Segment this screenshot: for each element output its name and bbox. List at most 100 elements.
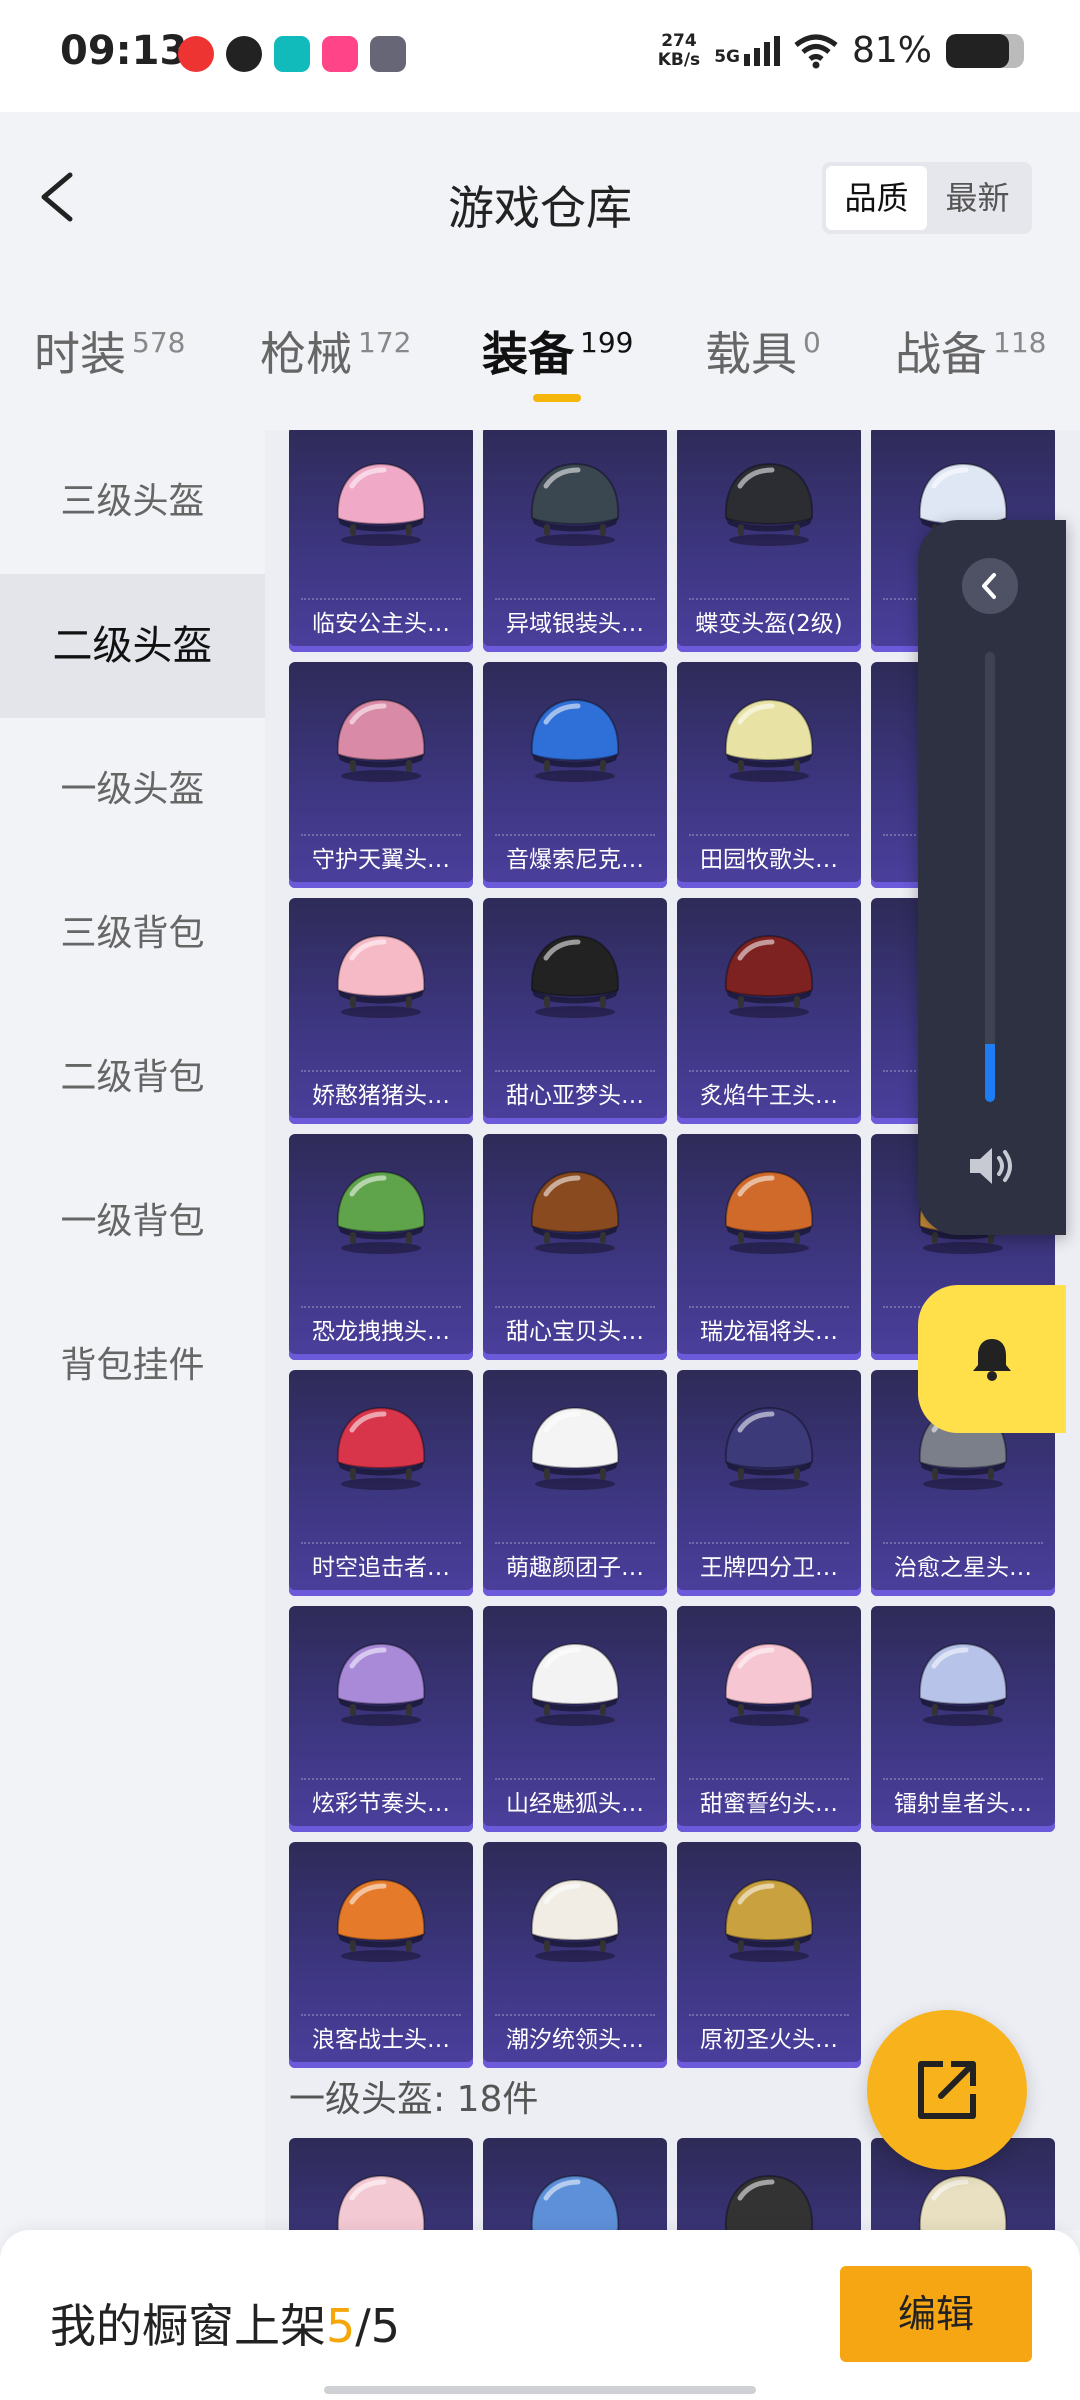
card-divider xyxy=(883,1542,1043,1544)
section-title: 一级头盔: 18件 xyxy=(289,2079,539,2120)
item-name: 山经魅狐头… xyxy=(506,1791,644,1817)
item-name: 蝶变头盔(2级) xyxy=(695,611,843,637)
app-notification-icon xyxy=(370,36,406,72)
item-name: 守护天翼头… xyxy=(312,847,450,873)
app-notification-icon xyxy=(322,36,358,72)
qq-icon xyxy=(226,36,262,72)
volume-collapse-button[interactable] xyxy=(962,558,1018,614)
item-card[interactable]: 音爆索尼克… xyxy=(483,662,667,888)
card-divider xyxy=(689,598,849,600)
volume-level xyxy=(985,1043,995,1102)
sidebar-item-level3-helmet[interactable]: 三级头盔 xyxy=(0,430,265,574)
card-divider xyxy=(495,1778,655,1780)
card-divider xyxy=(301,2014,461,2016)
item-card[interactable]: 异域银装头… xyxy=(483,430,667,652)
card-divider xyxy=(689,1778,849,1780)
sidebar-item-backpack-charm[interactable]: 背包挂件 xyxy=(0,1294,265,1438)
item-name: 时空追击者… xyxy=(312,1555,450,1581)
sidebar-item-level2-backpack[interactable]: 二级背包 xyxy=(0,1006,265,1150)
item-card[interactable]: 炙焰牛王头… xyxy=(677,898,861,1124)
card-divider xyxy=(301,1542,461,1544)
helmet-icon xyxy=(724,1170,814,1254)
share-button[interactable] xyxy=(867,2010,1027,2170)
card-divider xyxy=(689,834,849,836)
item-card[interactable]: 蝶变头盔(2级) xyxy=(677,430,861,652)
item-card[interactable]: 甜心宝贝头… xyxy=(483,1134,667,1360)
battery-percentage: 81% xyxy=(851,30,932,71)
item-card[interactable]: 炫彩节奏头… xyxy=(289,1606,473,1832)
ring-mode-button[interactable] xyxy=(918,1285,1066,1433)
item-name: 原初圣火头… xyxy=(700,2027,838,2053)
sidebar-item-level2-helmet[interactable]: 二级头盔 xyxy=(0,574,265,718)
speaker-icon[interactable] xyxy=(964,1142,1018,1190)
sort-latest-button[interactable]: 最新 xyxy=(927,166,1028,230)
edit-button[interactable]: 编辑 xyxy=(840,2266,1032,2362)
helmet-icon xyxy=(336,2174,426,2230)
sort-quality-button[interactable]: 品质 xyxy=(826,166,927,230)
helmet-icon xyxy=(530,934,620,1018)
bottom-bar: 我的橱窗上架5/5 编辑 xyxy=(0,2230,1080,2400)
item-card[interactable]: 时空追击者… xyxy=(289,1370,473,1596)
item-card[interactable]: 恐龙拽拽头… xyxy=(289,1134,473,1360)
card-divider xyxy=(689,1306,849,1308)
item-card[interactable]: 潮汐统领头… xyxy=(483,1842,667,2068)
card-divider xyxy=(495,1070,655,1072)
card-divider xyxy=(301,1070,461,1072)
helmet-icon xyxy=(336,1878,426,1962)
wifi-icon xyxy=(794,34,838,68)
sidebar-item-level3-backpack[interactable]: 三级背包 xyxy=(0,862,265,1006)
item-card[interactable]: 守护天翼头… xyxy=(289,662,473,888)
helmet-icon xyxy=(530,1406,620,1490)
item-name: 田园牧歌头… xyxy=(700,847,838,873)
item-card[interactable]: 萌趣颜团子… xyxy=(483,1370,667,1596)
volume-slider[interactable] xyxy=(985,652,995,1102)
tab-fashion[interactable]: 时装 578 xyxy=(34,318,185,384)
item-name: 萌趣颜团子… xyxy=(506,1555,644,1581)
volume-panel xyxy=(918,520,1066,1235)
item-card[interactable]: 田园牧歌头… xyxy=(677,662,861,888)
item-name: 治愈之星头… xyxy=(894,1555,1032,1581)
helmet-icon xyxy=(336,934,426,1018)
item-card[interactable]: 娇憨猪猪头… xyxy=(289,898,473,1124)
home-indicator[interactable] xyxy=(324,2386,756,2394)
tab-gear[interactable]: 战备 118 xyxy=(895,318,1046,384)
helmet-icon xyxy=(724,698,814,782)
helmet-icon xyxy=(530,698,620,782)
item-name: 炫彩节奏头… xyxy=(312,1791,450,1817)
item-name: 甜心亚梦头… xyxy=(506,1083,644,1109)
helmet-icon xyxy=(724,1406,814,1490)
item-card[interactable]: 王牌四分卫… xyxy=(677,1370,861,1596)
card-divider xyxy=(689,1542,849,1544)
helmet-icon xyxy=(724,1642,814,1726)
card-divider xyxy=(883,1778,1043,1780)
card-divider xyxy=(495,1306,655,1308)
item-card[interactable]: 甜心亚梦头… xyxy=(483,898,667,1124)
sort-toggle: 品质 最新 xyxy=(822,162,1032,234)
item-name: 炙焰牛王头… xyxy=(700,1083,838,1109)
sidebar: 三级头盔 二级头盔 一级头盔 三级背包 二级背包 一级背包 背包挂件 xyxy=(0,430,265,2230)
item-card[interactable] xyxy=(483,2138,667,2230)
helmet-icon xyxy=(530,2174,620,2230)
item-card[interactable]: 浪客战士头… xyxy=(289,1842,473,2068)
item-card[interactable] xyxy=(677,2138,861,2230)
item-card[interactable]: 瑞龙福将头… xyxy=(677,1134,861,1360)
item-card[interactable]: 原初圣火头… xyxy=(677,1842,861,2068)
sidebar-item-level1-backpack[interactable]: 一级背包 xyxy=(0,1150,265,1294)
sidebar-item-level1-helmet[interactable]: 一级头盔 xyxy=(0,718,265,862)
tab-equipment[interactable]: 装备 199 xyxy=(482,318,633,384)
tab-guns[interactable]: 枪械 172 xyxy=(260,318,411,384)
helmet-icon xyxy=(336,462,426,546)
item-card[interactable]: 甜蜜誓约头… xyxy=(677,1606,861,1832)
item-name: 娇憨猪猪头… xyxy=(312,1083,450,1109)
item-card[interactable]: 山经魅狐头… xyxy=(483,1606,667,1832)
item-name: 异域银装头… xyxy=(506,611,644,637)
helmet-icon xyxy=(336,1406,426,1490)
tab-vehicles[interactable]: 载具 0 xyxy=(705,318,821,384)
item-card[interactable]: 临安公主头… xyxy=(289,430,473,652)
item-name: 临安公主头… xyxy=(312,611,450,637)
item-card[interactable] xyxy=(289,2138,473,2230)
item-name: 镭射皇者头… xyxy=(894,1791,1032,1817)
card-divider xyxy=(689,1070,849,1072)
item-card[interactable]: 镭射皇者头… xyxy=(871,1606,1055,1832)
helmet-icon xyxy=(530,1642,620,1726)
